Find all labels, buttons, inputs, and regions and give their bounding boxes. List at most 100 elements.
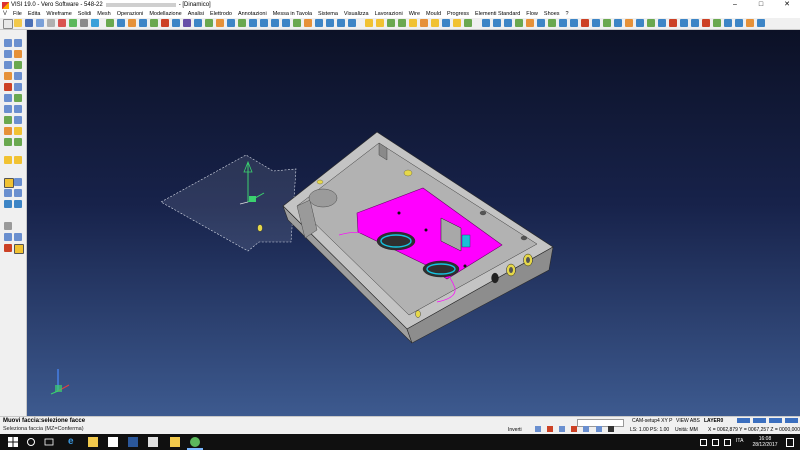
rotate-view-icon[interactable] — [304, 19, 312, 27]
menu-file[interactable]: File — [10, 11, 25, 17]
properties-icon[interactable] — [80, 19, 88, 27]
dimension-tool-icon[interactable] — [14, 127, 22, 135]
menu-wire[interactable]: Wire — [406, 11, 423, 17]
solid-icon[interactable] — [625, 19, 633, 27]
curvature-icon[interactable] — [570, 19, 578, 27]
menu-analisi[interactable]: Analisi — [185, 11, 207, 17]
tray-language[interactable]: ITA — [736, 438, 743, 444]
store-icon[interactable] — [108, 437, 118, 447]
cancel-status-icon[interactable] — [547, 426, 553, 432]
texture-icon[interactable] — [515, 19, 523, 27]
view-abs-label[interactable]: VIEW ABS — [676, 418, 700, 424]
view-top-icon[interactable] — [315, 19, 323, 27]
fillet-icon[interactable] — [680, 19, 688, 27]
zoom-all-icon[interactable] — [249, 19, 257, 27]
eye-icon[interactable] — [4, 233, 12, 241]
color-icon[interactable] — [420, 19, 428, 27]
cube-solid-icon[interactable] — [4, 200, 12, 208]
task-view-icon[interactable] — [44, 437, 54, 447]
wireframe-icon[interactable] — [376, 19, 384, 27]
offset-icon[interactable] — [172, 19, 180, 27]
view-mode-button-3[interactable] — [769, 418, 782, 423]
material-icon[interactable] — [526, 19, 534, 27]
mail-icon[interactable] — [148, 437, 158, 447]
line-icon[interactable] — [117, 19, 125, 27]
move-icon[interactable] — [194, 19, 202, 27]
menu-flow[interactable]: Flow — [523, 11, 541, 17]
color-edit-icon[interactable] — [14, 244, 24, 254]
zoom-window-icon[interactable] — [260, 19, 268, 27]
menu-edita[interactable]: Edita — [25, 11, 44, 17]
arrow-left-icon[interactable] — [4, 138, 12, 146]
view-side-icon[interactable] — [337, 19, 345, 27]
rectangle-tool-icon[interactable] — [4, 61, 12, 69]
extend-tool-icon[interactable] — [14, 83, 22, 91]
select-icon[interactable] — [91, 19, 99, 27]
post-icon[interactable] — [746, 19, 754, 27]
point-icon[interactable] — [106, 19, 114, 27]
view-front-icon[interactable] — [326, 19, 334, 27]
trim-icon[interactable] — [161, 19, 169, 27]
hatch-tool-icon[interactable] — [4, 127, 12, 135]
zoom-in-icon[interactable] — [271, 19, 279, 27]
folder-icon[interactable] — [170, 437, 180, 447]
cam-icon[interactable] — [713, 19, 721, 27]
cube-wire-icon[interactable] — [4, 189, 12, 197]
copy-icon[interactable] — [205, 19, 213, 27]
tray-network-icon[interactable] — [700, 439, 707, 446]
dynamic-view-icon[interactable] — [493, 19, 501, 27]
layer-icon[interactable] — [398, 19, 406, 27]
ortho-status-icon[interactable] — [596, 426, 602, 432]
offset-tool-icon[interactable] — [4, 105, 12, 113]
key-icon[interactable] — [14, 156, 22, 164]
chamfer-icon[interactable] — [691, 19, 699, 27]
filter-status-icon[interactable] — [535, 426, 541, 432]
layer-stack-icon[interactable] — [14, 178, 22, 186]
undo-icon[interactable] — [58, 19, 66, 27]
edge-icon[interactable]: e — [68, 437, 78, 447]
menu-modellazione[interactable]: Modellazione — [146, 11, 184, 17]
scale-icon[interactable] — [227, 19, 235, 27]
print-icon[interactable] — [47, 19, 55, 27]
view-iso-icon[interactable] — [348, 19, 356, 27]
cube-stack-icon[interactable] — [14, 189, 22, 197]
tray-clock[interactable]: 16:08 28/12/2017 — [752, 436, 778, 448]
view-manager-icon[interactable] — [14, 233, 22, 241]
simulation-icon[interactable] — [735, 19, 743, 27]
light-icon[interactable] — [504, 19, 512, 27]
settings-icon[interactable] — [757, 19, 765, 27]
attributes-icon[interactable] — [409, 19, 417, 27]
minimize-button[interactable]: – — [722, 0, 748, 10]
draft-icon[interactable] — [559, 19, 567, 27]
close-button[interactable]: ✕ — [774, 0, 800, 10]
grid-status-icon[interactable] — [583, 426, 589, 432]
menu-visualizza[interactable]: Visualizza — [341, 11, 372, 17]
open-folder-icon[interactable] — [14, 19, 22, 27]
palette-icon[interactable] — [4, 244, 12, 252]
select-face-icon[interactable] — [4, 178, 14, 188]
tray-volume-icon[interactable] — [712, 439, 719, 446]
visi-menu-logo-icon[interactable]: V — [0, 11, 10, 17]
menu-wireframe[interactable]: Wireframe — [43, 11, 74, 17]
view-mode-button-1[interactable] — [737, 418, 750, 423]
menu-mould[interactable]: Mould — [423, 11, 444, 17]
view-mode-button-2[interactable] — [753, 418, 766, 423]
menu-mesh[interactable]: Mesh — [94, 11, 113, 17]
file-explorer-icon[interactable] — [88, 437, 98, 447]
measure-icon[interactable] — [238, 19, 246, 27]
filter-icon[interactable] — [431, 19, 439, 27]
menu-annotazioni[interactable]: Annotazioni — [235, 11, 270, 17]
join-tool-icon[interactable] — [14, 94, 22, 102]
menu-messa-in-tavola[interactable]: Messa in Tavola — [270, 11, 315, 17]
word-icon[interactable] — [128, 437, 138, 447]
menu-lavorazioni[interactable]: Lavorazioni — [372, 11, 406, 17]
arc-icon[interactable] — [128, 19, 136, 27]
new-file-icon[interactable] — [3, 19, 13, 29]
save-icon[interactable] — [25, 19, 33, 27]
break-tool-icon[interactable] — [4, 94, 12, 102]
notifications-icon[interactable] — [786, 438, 794, 447]
menu-help[interactable]: ? — [563, 11, 572, 17]
spline-tool-icon[interactable] — [4, 72, 12, 80]
volume-icon[interactable] — [603, 19, 611, 27]
rotate-icon[interactable] — [216, 19, 224, 27]
